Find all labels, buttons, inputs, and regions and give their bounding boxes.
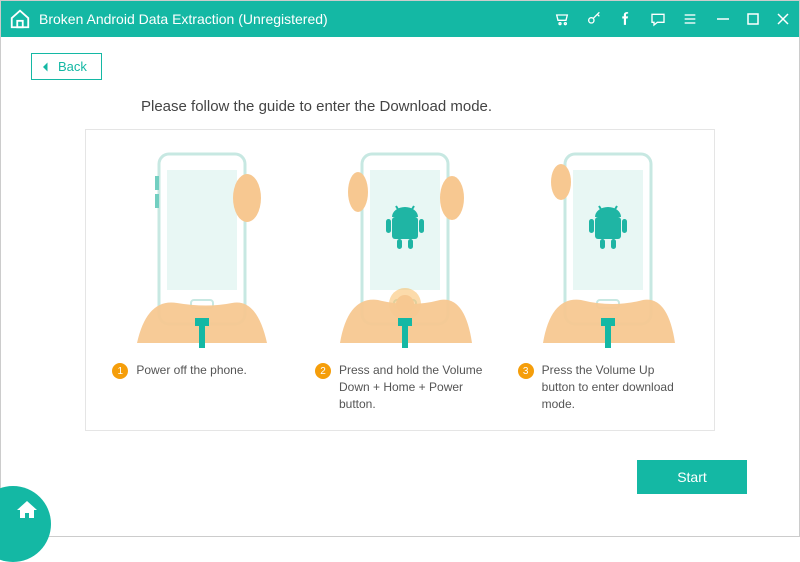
app-home-icon [9,8,31,30]
step-2: 2 Press and hold the Volume Down + Home … [305,148,495,412]
step-3-text: Press the Volume Up button to enter down… [542,362,688,412]
guide-panel: 1 Power off the phone. [85,129,715,431]
menu-icon[interactable] [681,10,699,28]
step-1: 1 Power off the phone. [102,148,292,412]
start-button[interactable]: Start [637,460,747,494]
titlebar: Broken Android Data Extraction (Unregist… [1,1,799,37]
step-1-badge: 1 [112,363,128,379]
close-button[interactable] [775,11,791,27]
step-1-text: Power off the phone. [136,362,247,379]
back-label: Back [58,59,87,74]
step-2-text: Press and hold the Volume Down + Home + … [339,362,485,412]
minimize-button[interactable] [715,11,731,27]
instruction-text: Please follow the guide to enter the Dow… [141,98,769,115]
facebook-icon[interactable] [617,10,635,28]
feedback-icon[interactable] [649,10,667,28]
step-3: 3 Press the Volume Up button to enter do… [508,148,698,412]
cart-icon[interactable] [553,10,571,28]
key-icon[interactable] [585,10,603,28]
step-2-illustration [320,148,480,348]
home-button[interactable] [0,486,51,562]
arrow-left-icon [40,61,52,73]
step-1-illustration [117,148,277,348]
step-3-badge: 3 [518,363,534,379]
app-title: Broken Android Data Extraction (Unregist… [39,11,328,27]
content: Back Please follow the guide to enter th… [1,37,799,431]
home-icon [15,498,39,522]
back-button[interactable]: Back [31,53,102,80]
window-controls [715,11,791,27]
step-2-badge: 2 [315,363,331,379]
titlebar-icons [553,10,699,28]
maximize-button[interactable] [745,11,761,27]
step-3-illustration [523,148,683,348]
